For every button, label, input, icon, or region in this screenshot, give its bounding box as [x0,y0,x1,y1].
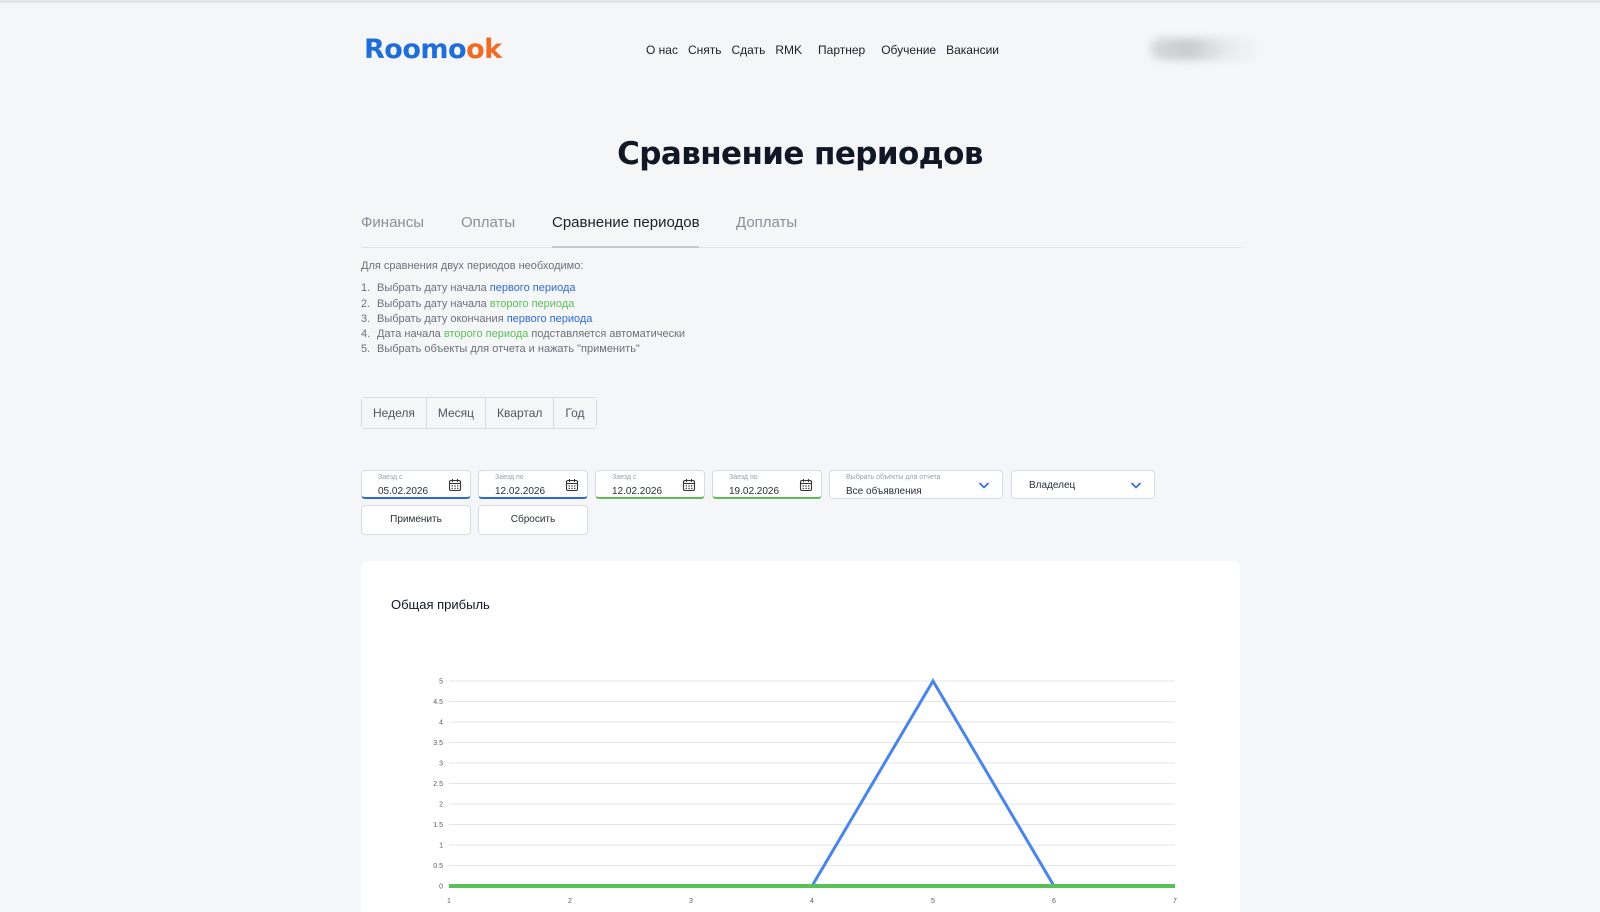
field-label: Заезд с [378,474,403,481]
chart-title: Общая прибыль [391,597,490,612]
period-quarter-button[interactable]: Квартал [486,398,555,428]
apply-button[interactable]: Применить [361,505,471,535]
reset-button[interactable]: Сбросить [478,505,588,535]
field-value: 12.02.2026 [495,486,546,497]
nav-let[interactable]: Сдать [732,43,766,57]
x-tick-label: 4 [810,898,814,905]
nav-rent[interactable]: Снять [688,43,722,57]
step-text: Выбрать объекты для отчета и нажать "при… [377,343,640,356]
y-tick-label: 3 [439,761,443,768]
step-text: Выбрать дату начала [377,297,490,310]
step-number: 2. [361,297,371,310]
x-tick-label: 2 [568,898,572,905]
step-text-after: подставляется автоматически [528,328,686,341]
step-text: Выбрать дату окончания [377,312,507,325]
instructions-intro: Для сравнения двух периодов необходимо: [361,260,584,272]
chevron-down-icon [978,482,990,489]
instruction-step: 1. Выбрать дату начала первого периода [361,281,685,296]
logo[interactable]: Roomook [364,30,502,70]
active-tab-indicator [552,246,699,248]
y-tick-label: 5 [439,679,443,686]
tab-surcharges[interactable]: Доплаты [736,214,797,231]
nav-partner[interactable]: Партнер [818,43,865,57]
second-period-start-field[interactable]: Заезд с 12.02.2026 [595,470,705,499]
selected-value: Владелец [1029,480,1076,491]
y-tick-label: 0.5 [433,863,443,870]
top-border [0,0,1600,3]
field-value: 19.02.2026 [729,486,780,497]
page-title: Сравнение периодов [617,136,983,172]
y-tick-label: 2.5 [433,781,443,788]
report-tabs: Финансы Оплаты Сравнение периодов Доплат… [361,212,1241,248]
first-period-start-field[interactable]: Заезд с 05.02.2026 [361,470,471,499]
instructions: Для сравнения двух периодов необходимо: … [361,259,685,358]
logo-text-part1: Roomo [364,34,467,65]
profit-line-chart: 0 0.5 1 1.5 2 2.5 3 3.5 4 4.5 5 1 2 3 4 5 6 7 [433,678,1177,905]
instruction-step: 5. Выбрать объекты для отчета и нажать "п… [361,342,685,357]
selected-value: Все объявления [846,486,922,497]
field-label: Заезд с [612,474,637,481]
tab-period-comparison[interactable]: Сравнение периодов [552,214,700,231]
period-year-button[interactable]: Год [554,398,596,428]
chevron-down-icon [1130,482,1142,489]
user-menu-blurred[interactable] [1150,38,1260,60]
y-tick-label: 0 [439,884,443,891]
step-highlight: первого периода [489,282,576,295]
tab-payments[interactable]: Оплаты [461,214,515,231]
y-tick-label: 3.5 [433,740,443,747]
step-text: Выбрать дату начала [377,282,490,295]
step-number: 3. [361,312,371,325]
x-tick-label: 1 [447,898,451,905]
period-week-button[interactable]: Неделя [362,398,427,428]
calendar-icon[interactable] [799,478,813,492]
y-tick-label: 1.5 [433,822,443,829]
x-tick-label: 6 [1052,898,1056,905]
calendar-icon[interactable] [565,478,579,492]
period-selector: Неделя Месяц Квартал Год [361,397,597,429]
step-text: Дата начала [377,328,444,341]
step-number: 1. [361,282,371,295]
objects-select[interactable]: Выбрать объекты для отчета Все объявлени… [829,470,1003,499]
nav-learning[interactable]: Обучение [881,43,936,57]
logo-text-part2: ok [466,34,502,65]
second-period-end-field[interactable]: Заезд по 19.02.2026 [712,470,822,499]
y-tick-label: 2 [439,802,443,809]
step-number: 5. [361,343,371,356]
instruction-step: 4. Дата начала второго периода подставляе… [361,327,685,342]
x-tick-label: 5 [931,898,935,905]
field-value: 12.02.2026 [612,486,663,497]
instruction-step: 3. Выбрать дату окончания первого периода [361,312,685,327]
chart-card: 0 0.5 1 1.5 2 2.5 3 3.5 4 4.5 5 1 2 3 4 5 6 7 Общая прибы… [361,561,1240,912]
tab-finance[interactable]: Финансы [361,214,424,231]
field-value: 05.02.2026 [378,486,429,497]
period-month-button[interactable]: Месяц [426,398,487,428]
step-highlight: первого периода [506,312,593,325]
owner-select[interactable]: Владелец [1011,470,1155,499]
step-highlight: второго периода [489,297,575,310]
y-tick-label: 4.5 [433,699,443,706]
first-period-end-field[interactable]: Заезд по 12.02.2026 [478,470,588,499]
calendar-icon[interactable] [682,478,696,492]
step-highlight: второго периода [443,328,529,341]
y-tick-label: 4 [439,720,443,727]
x-tick-label: 7 [1173,898,1177,905]
instruction-step: 2. Выбрать дату начала второго периода [361,297,685,312]
calendar-icon[interactable] [448,478,462,492]
main-nav: О нас Снять Сдать RMK Партнер Обучение В… [646,43,999,57]
field-label: Выбрать объекты для отчета [846,474,941,481]
nav-about[interactable]: О нас [646,43,678,57]
field-label: Заезд по [495,474,524,481]
step-number: 4. [361,328,371,341]
x-tick-label: 3 [689,898,693,905]
nav-rmk[interactable]: RMK [775,43,802,57]
nav-vacancies[interactable]: Вакансии [946,43,999,57]
field-label: Заезд по [729,474,758,481]
y-tick-label: 1 [439,843,443,850]
